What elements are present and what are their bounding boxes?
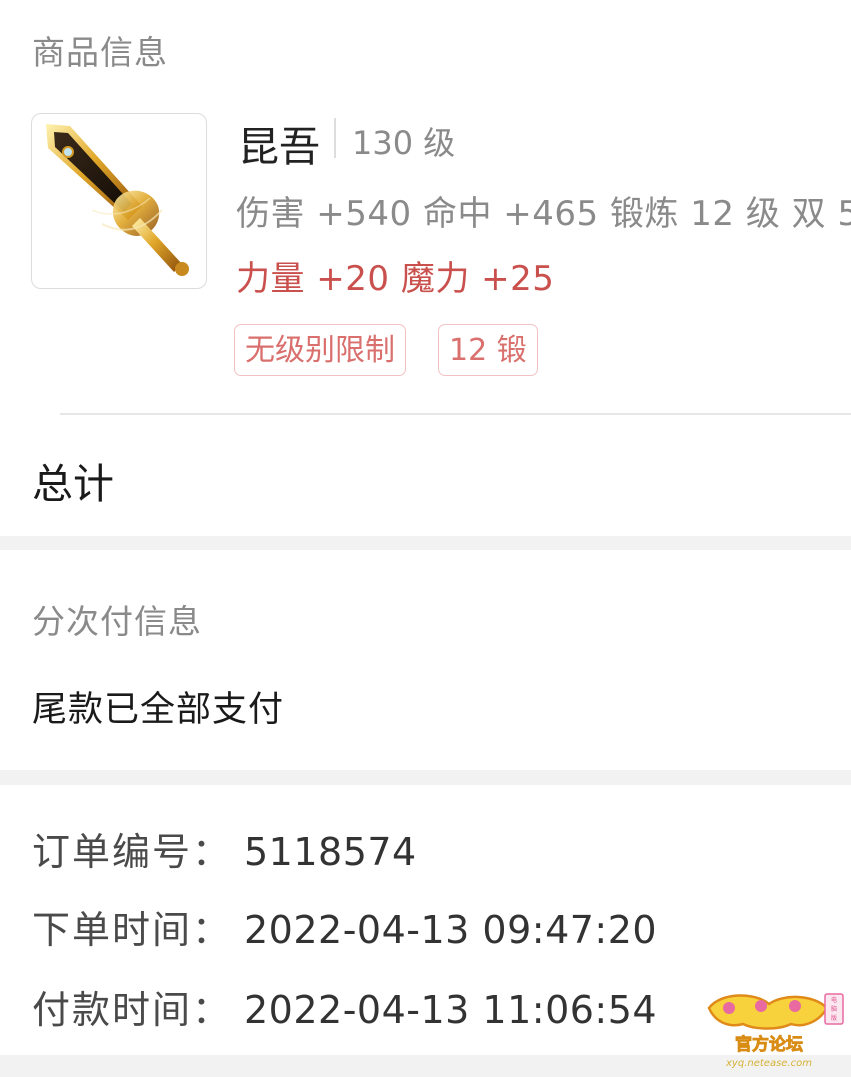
installment-status: 尾款已全部支付 bbox=[32, 690, 285, 730]
goods-info-card: 商品信息 昆吾 130 级 伤害 +540 命中 +465 锻炼 12 级 双 … bbox=[0, 0, 851, 536]
tag-no-level-limit: 无级别限制 bbox=[234, 324, 406, 376]
watermark-badge-char-3: 版 bbox=[831, 1014, 837, 1022]
game-logo-icon: 电 脑 版 官方论坛 xyq.netease.com bbox=[707, 993, 844, 1069]
item-level: 130 级 bbox=[352, 124, 456, 162]
payment-time-row: 付款时间： 2022-04-13 11:06:54 bbox=[32, 979, 657, 1034]
total-label: 总计 bbox=[32, 460, 114, 508]
payment-time-label: 付款时间： bbox=[32, 988, 233, 1032]
watermark-badge-char-2: 脑 bbox=[831, 1005, 837, 1013]
order-time-label: 下单时间： bbox=[32, 908, 233, 952]
payment-time-value: 2022-04-13 11:06:54 bbox=[244, 988, 658, 1032]
order-time-row: 下单时间： 2022-04-13 09:47:20 bbox=[32, 899, 657, 954]
item-thumbnail[interactable] bbox=[31, 113, 207, 289]
forum-watermark: 电 脑 版 官方论坛 xyq.netease.com bbox=[703, 990, 845, 1070]
goods-section-title: 商品信息 bbox=[32, 33, 168, 72]
order-time-value: 2022-04-13 09:47:20 bbox=[244, 908, 658, 952]
item-bonus-stats: 力量 +20 魔力 +25 bbox=[236, 259, 555, 299]
item-stats: 伤害 +540 命中 +465 锻炼 12 级 双 5 孔 bbox=[236, 194, 851, 234]
installment-info-card: 分次付信息 尾款已全部支付 bbox=[0, 550, 851, 770]
order-detail-page: 商品信息 昆吾 130 级 伤害 +540 命中 +465 锻炼 12 级 双 … bbox=[0, 0, 851, 1077]
section-divider bbox=[60, 413, 851, 415]
golden-sword-icon bbox=[46, 124, 189, 276]
name-divider bbox=[334, 118, 336, 158]
tag-forge-level: 12 锻 bbox=[438, 324, 538, 376]
item-name: 昆吾 bbox=[238, 123, 320, 171]
watermark-badge-char-1: 电 bbox=[831, 996, 837, 1004]
installment-section-title: 分次付信息 bbox=[32, 602, 202, 641]
order-number-row: 订单编号： 5118574 bbox=[32, 821, 417, 876]
order-number-value[interactable]: 5118574 bbox=[244, 830, 417, 874]
watermark-caption: 官方论坛 bbox=[735, 1034, 803, 1055]
order-number-label: 订单编号： bbox=[32, 830, 233, 874]
watermark-url: xyq.netease.com bbox=[725, 1058, 812, 1069]
